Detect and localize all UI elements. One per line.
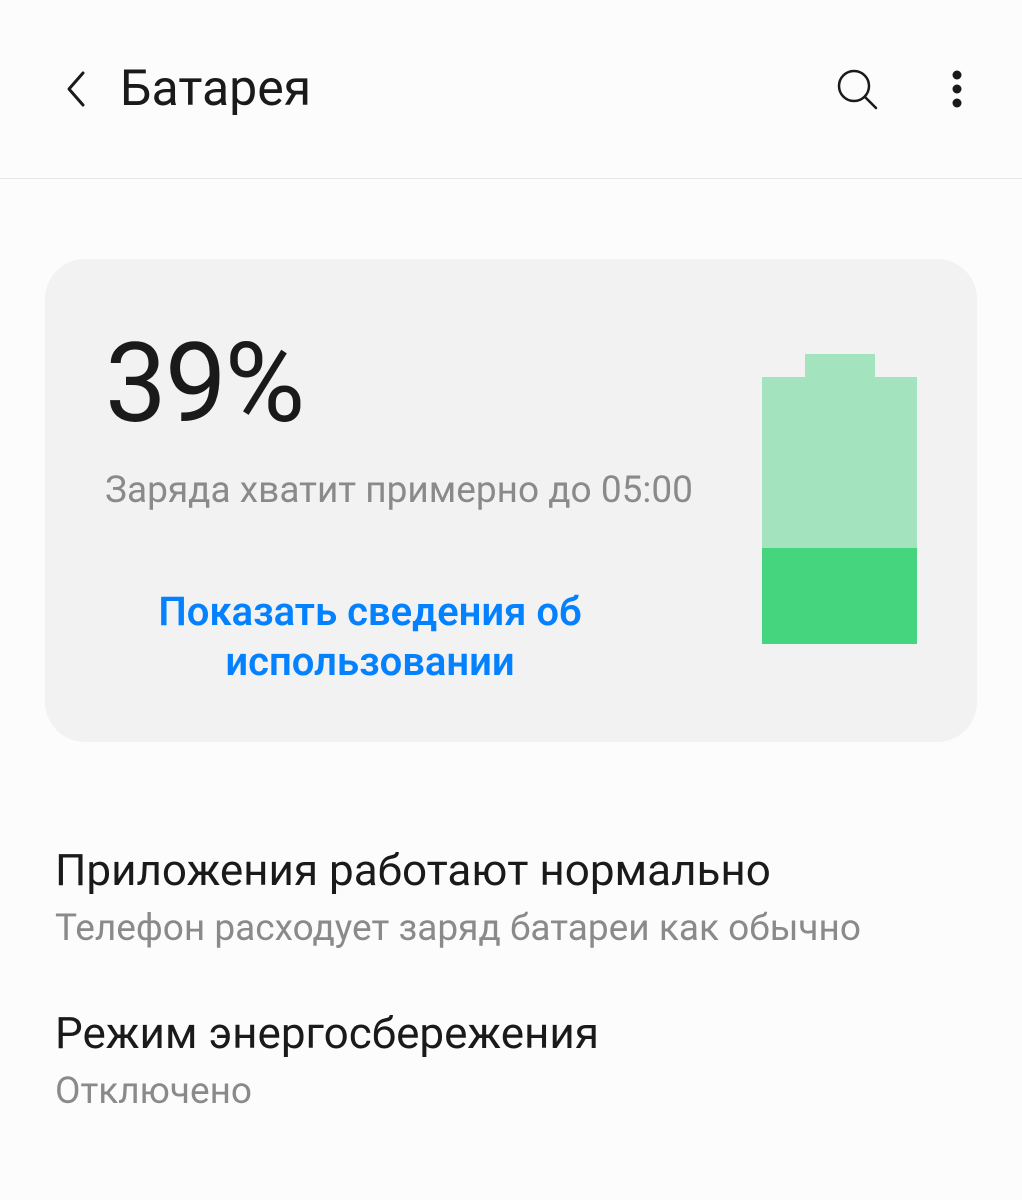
power-saving-item[interactable]: Режим энергосбережения Отключено <box>55 1005 967 1113</box>
item-title: Приложения работают нормально <box>55 842 967 899</box>
item-title: Режим энергосбережения <box>55 1005 967 1062</box>
chevron-left-icon <box>64 70 86 108</box>
more-vert-icon <box>951 67 963 111</box>
apps-status-item[interactable]: Приложения работают нормально Телефон ра… <box>55 842 967 950</box>
item-subtitle: Отключено <box>55 1070 967 1113</box>
search-icon <box>835 67 879 111</box>
action-icons <box>832 64 982 114</box>
back-button[interactable] <box>50 64 100 114</box>
more-button[interactable] <box>932 64 982 114</box>
page-title: Батарея <box>120 60 832 118</box>
battery-icon <box>762 354 917 644</box>
battery-fill <box>762 548 917 644</box>
header: Батарея <box>0 0 1022 179</box>
content: 39% Заряда хватит примерно до 05:00 Пока… <box>0 179 1022 1113</box>
battery-card[interactable]: 39% Заряда хватит примерно до 05:00 Пока… <box>45 259 977 742</box>
search-button[interactable] <box>832 64 882 114</box>
settings-list: Приложения работают нормально Телефон ра… <box>45 842 977 1113</box>
item-subtitle: Телефон расходует заряд батареи как обыч… <box>55 907 967 950</box>
usage-details-link[interactable]: Показать сведения об использовании <box>105 587 635 687</box>
